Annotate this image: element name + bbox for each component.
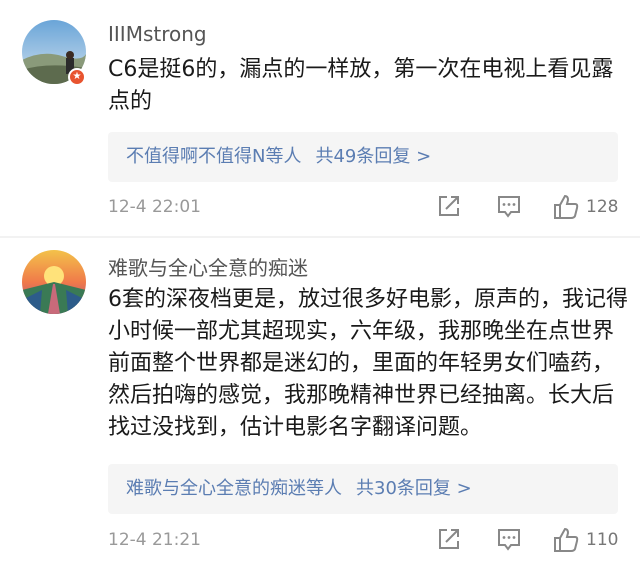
reply-count-link[interactable]: 共49条回复 > — [315, 146, 431, 167]
comment-item: 难歌与全心全意的痴迷 6套的深夜档更是，放过很多好电影，原声的，我记得小时候一部… — [0, 238, 640, 568]
like-count: 128 — [586, 197, 619, 217]
reply-summary[interactable]: 难歌与全心全意的痴迷等人 共30条回复 > — [108, 464, 618, 514]
comment-meta: 12-4 21:21 110 — [108, 526, 628, 556]
share-button[interactable] — [436, 193, 464, 221]
reply-names[interactable]: 难歌与全心全意的痴迷等人 — [126, 478, 342, 499]
avatar[interactable] — [22, 250, 86, 314]
comment-icon — [498, 529, 520, 551]
avatar-image — [22, 250, 86, 314]
reply-button[interactable] — [496, 526, 524, 554]
like-count: 110 — [586, 530, 619, 550]
like-button[interactable] — [552, 526, 580, 554]
comment-item: ★ IIIMstrong C6是挺6的，漏点的一样放，第一次在电视上看见露点的 … — [0, 0, 640, 236]
comment-meta: 12-4 22:01 128 — [108, 193, 628, 223]
comment-icon — [498, 196, 520, 218]
reply-names[interactable]: 不值得啊不值得N等人 — [126, 146, 301, 167]
username[interactable]: IIIMstrong — [108, 22, 207, 46]
thumbs-up-icon — [554, 194, 579, 219]
like-button[interactable] — [552, 193, 580, 221]
thumbs-up-icon — [554, 527, 579, 552]
share-icon — [439, 196, 459, 216]
share-button[interactable] — [436, 526, 464, 554]
reply-button[interactable] — [496, 193, 524, 221]
share-icon — [439, 529, 459, 549]
timestamp: 12-4 22:01 — [108, 197, 201, 217]
timestamp: 12-4 21:21 — [108, 530, 201, 550]
reply-summary[interactable]: 不值得啊不值得N等人 共49条回复 > — [108, 132, 618, 182]
username[interactable]: 难歌与全心全意的痴迷 — [108, 252, 308, 281]
reply-count-link[interactable]: 共30条回复 > — [356, 478, 472, 499]
comment-text: 6套的深夜档更是，放过很多好电影，原声的，我记得小时候一部尤其超现实，六年级，我… — [108, 287, 628, 440]
verified-badge-icon: ★ — [68, 68, 86, 86]
comment-text: C6是挺6的，漏点的一样放，第一次在电视上看见露点的 — [108, 57, 614, 114]
